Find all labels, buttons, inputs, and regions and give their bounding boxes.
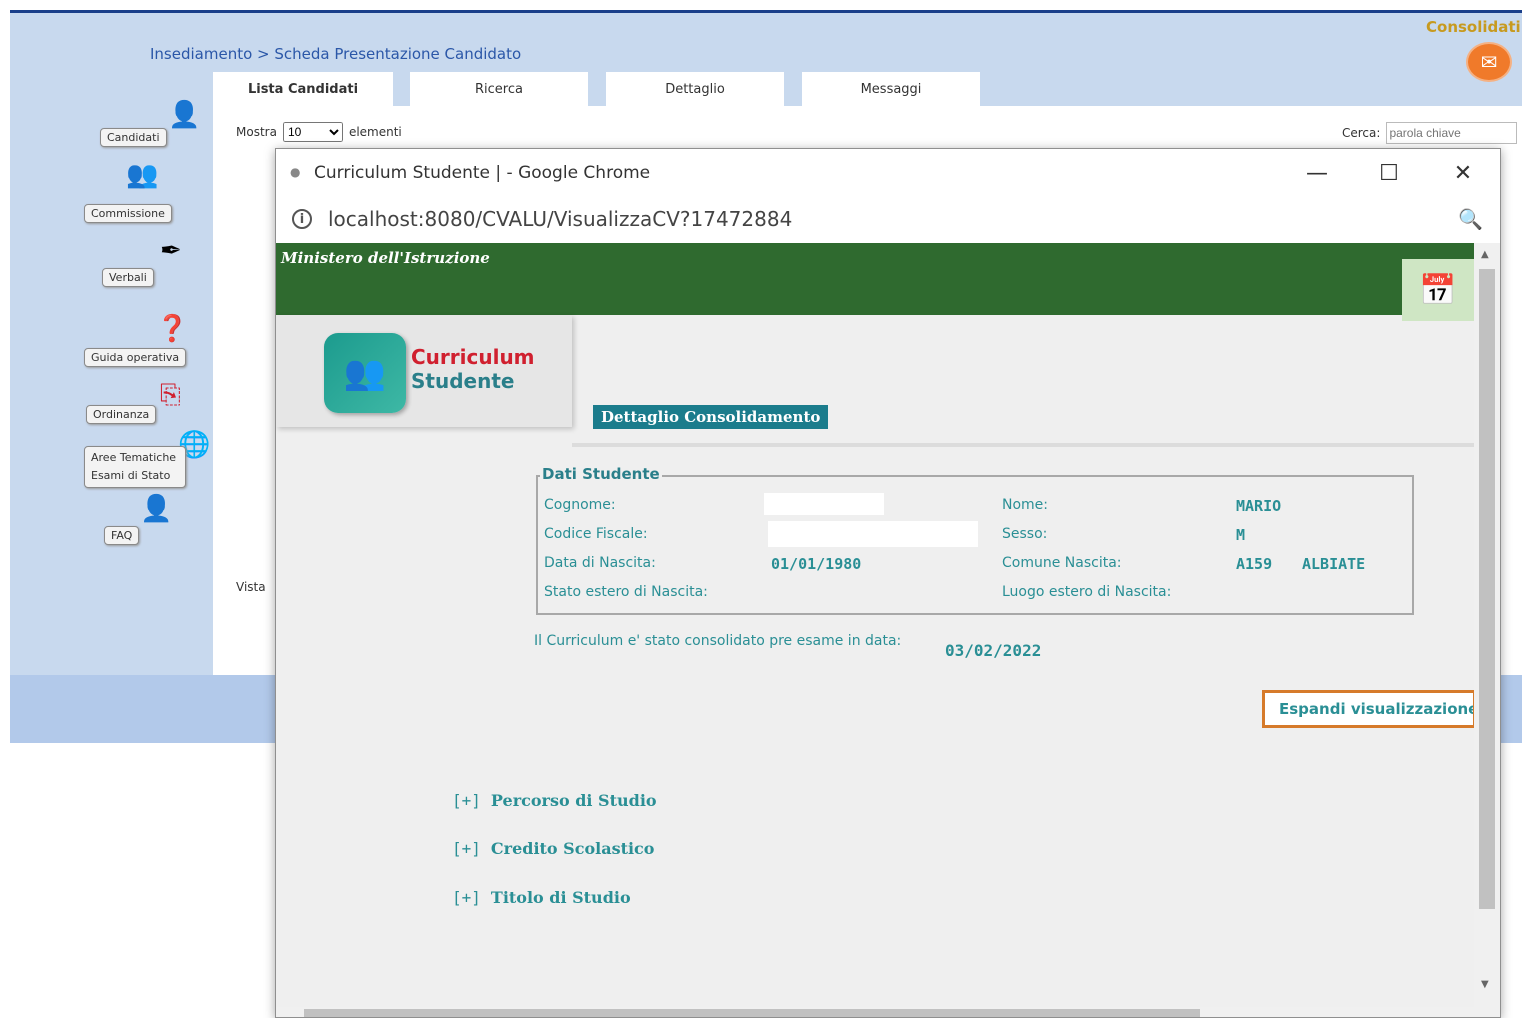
- mail-icon[interactable]: ✉: [1466, 42, 1512, 82]
- sidebar-panel: [10, 70, 213, 675]
- expand-toggle[interactable]: [+]: [452, 791, 481, 810]
- comune-nascita-label: Comune Nascita:: [1002, 555, 1122, 571]
- data-nascita-label: Data di Nascita:: [544, 555, 656, 571]
- section-label[interactable]: Percorso di Studio: [491, 791, 657, 810]
- section-credito-scolastico[interactable]: [+] Credito Scolastico: [452, 839, 654, 858]
- calendar-icon: 📅: [1419, 272, 1457, 308]
- logo-text: Curriculum Studente: [411, 345, 535, 393]
- section-percorso-di-studio[interactable]: [+] Percorso di Studio: [452, 791, 657, 810]
- mostra-label: Mostra: [236, 125, 277, 139]
- help-icon[interactable]: ❓: [156, 314, 188, 344]
- dati-studente-legend: Dati Studente: [540, 465, 662, 483]
- sidebar-item-ordinanza[interactable]: Ordinanza: [86, 405, 157, 424]
- search-label: Cerca:: [1342, 126, 1381, 140]
- curriculum-logo-icon: 👥: [324, 333, 406, 413]
- tab-ricerca[interactable]: Ricerca: [410, 72, 588, 106]
- nome-label: Nome:: [1002, 497, 1049, 513]
- logo-panel: 👥 Curriculum Studente: [276, 315, 572, 427]
- breadcrumb[interactable]: Insediamento > Scheda Presentazione Cand…: [150, 45, 521, 63]
- section-titolo-di-studio[interactable]: [+] Titolo di Studio: [452, 888, 631, 907]
- elementi-label: elementi: [348, 125, 402, 139]
- app-header-bar: [10, 10, 1522, 73]
- section-label[interactable]: Credito Scolastico: [491, 839, 655, 858]
- cognome-value: [764, 493, 884, 515]
- consolidato-date: 03/02/2022: [945, 641, 1042, 660]
- logo-line1: Curriculum: [411, 345, 535, 369]
- sidebar-item-aree-tematiche[interactable]: Aree Tematiche Esami di Stato: [84, 446, 186, 488]
- table-info: Vista: [236, 580, 266, 594]
- sidebar-item-verbali[interactable]: Verbali: [102, 268, 154, 287]
- page-length-control: Mostra 10 elementi: [236, 122, 402, 142]
- stato-estero-label: Stato estero di Nascita:: [544, 584, 708, 600]
- quill-icon[interactable]: ✒: [160, 236, 182, 266]
- divider: [572, 443, 1474, 447]
- window-title: Curriculum Studente | - Google Chrome: [314, 163, 651, 183]
- page-length-select[interactable]: 10: [282, 122, 343, 142]
- zoom-icon[interactable]: 🔍: [1458, 207, 1483, 231]
- sesso-label: Sesso:: [1002, 526, 1048, 542]
- search-control: Cerca:: [1342, 122, 1518, 144]
- codice-fiscale-label: Codice Fiscale:: [544, 526, 648, 542]
- close-icon[interactable]: ✕: [1440, 159, 1486, 187]
- consolidato-text: Il Curriculum e' stato consolidato pre e…: [534, 633, 902, 649]
- sidebar-item-commissione[interactable]: Commissione: [84, 204, 172, 223]
- codice-fiscale-value: [768, 521, 978, 547]
- url-text[interactable]: localhost:8080/CVALU/VisualizzaCV?174728…: [328, 207, 792, 231]
- sesso-value: M: [1236, 526, 1246, 544]
- search-input[interactable]: [1386, 122, 1518, 144]
- sidebar-item-faq[interactable]: FAQ: [104, 526, 140, 545]
- data-nascita-value: 01/01/1980: [771, 555, 862, 573]
- scroll-up-icon[interactable]: ▲: [1481, 249, 1489, 260]
- espandi-visualizzazione-button[interactable]: Espandi visualizzazione: [1262, 690, 1474, 728]
- dettaglio-consolidamento-badge: Dettaglio Consolidamento: [593, 405, 829, 429]
- scroll-down-icon[interactable]: ▼: [1481, 979, 1489, 990]
- expand-toggle[interactable]: [+]: [452, 839, 481, 858]
- info-icon[interactable]: i: [292, 209, 312, 229]
- vertical-scrollbar[interactable]: ▲ ▼: [1474, 243, 1500, 1017]
- luogo-estero-label: Luogo estero di Nascita:: [1002, 584, 1172, 600]
- tab-lista-candidati[interactable]: Lista Candidati: [213, 72, 393, 106]
- page-viewport: Ministero dell'Istruzione 📅 👥 Curriculum…: [276, 243, 1474, 1017]
- cognome-label: Cognome:: [544, 497, 616, 513]
- tab-messaggi[interactable]: Messaggi: [802, 72, 980, 106]
- logo-line2: Studente: [411, 369, 515, 393]
- sidebar-item-guida-operativa[interactable]: Guida operativa: [84, 348, 187, 367]
- tab-dettaglio[interactable]: Dettaglio: [606, 72, 784, 106]
- sidebar-item-candidati[interactable]: Candidati: [100, 128, 167, 147]
- calendar-button[interactable]: 📅: [1402, 259, 1474, 321]
- consolidati-link[interactable]: Consolidati: [1426, 18, 1521, 36]
- faq-icon[interactable]: 👤: [140, 494, 172, 524]
- expand-toggle[interactable]: [+]: [452, 888, 481, 907]
- ministry-title: Ministero dell'Istruzione: [281, 249, 490, 267]
- minimize-icon[interactable]: —: [1294, 159, 1340, 187]
- nome-value: MARIO: [1236, 497, 1282, 515]
- commission-icon[interactable]: 👥: [126, 160, 158, 190]
- section-label[interactable]: Titolo di Studio: [491, 888, 631, 907]
- favicon-icon: ●: [290, 165, 301, 179]
- comune-name: ALBIATE: [1302, 555, 1366, 573]
- pdf-icon[interactable]: ⎘: [160, 380, 181, 411]
- curriculum-popup-window: Curriculum Studente | - Google Chrome ● …: [275, 148, 1501, 1018]
- comune-code: A159: [1236, 555, 1273, 573]
- maximize-icon[interactable]: ☐: [1366, 159, 1412, 187]
- candidates-icon[interactable]: 👤: [168, 100, 200, 130]
- vertical-scrollbar-thumb[interactable]: [1479, 269, 1495, 909]
